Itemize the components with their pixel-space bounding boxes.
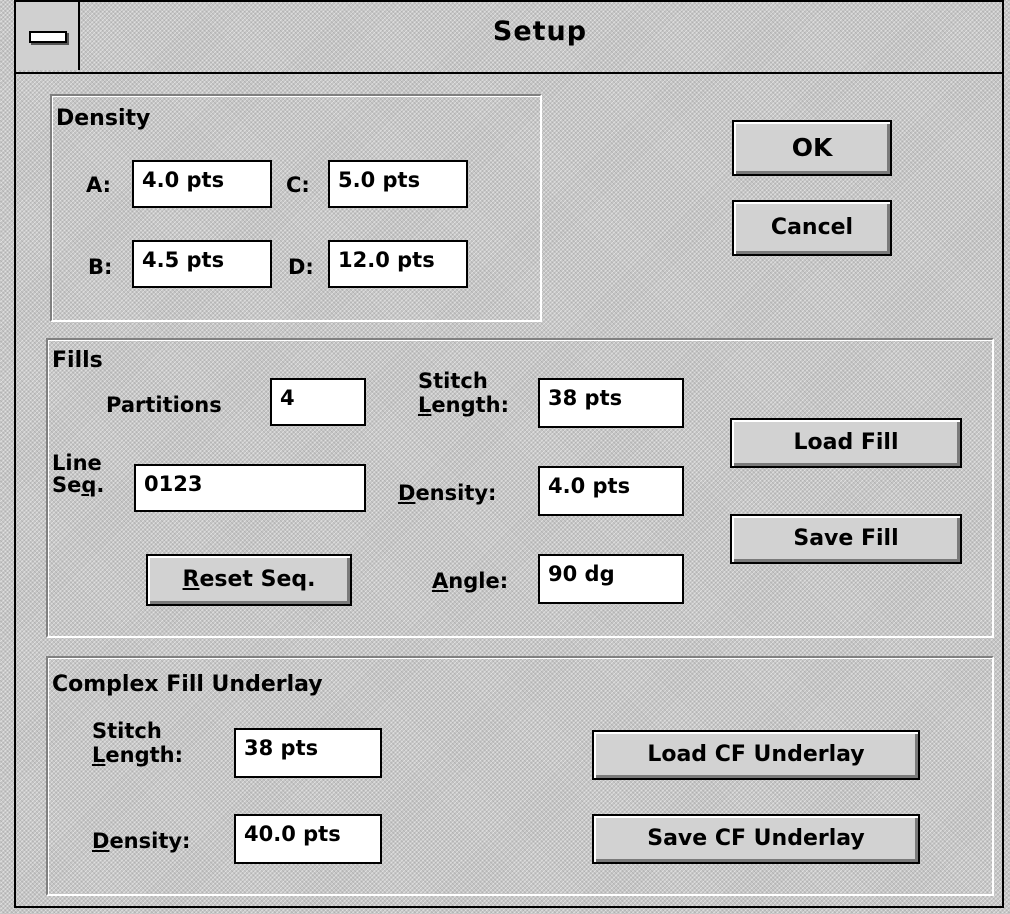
cancel-button[interactable]: Cancel [732,200,892,256]
density-a-field[interactable]: 4.0 pts [132,160,272,208]
underlay-stitch-label-1: Stitch [92,719,162,743]
ok-button[interactable]: OK [732,120,892,176]
system-menu-button[interactable] [16,2,80,70]
reset-seq-button-label: Reset Seq. [182,567,316,592]
cancel-button-label: Cancel [770,215,854,240]
load-cf-underlay-button-label: Load CF Underlay [647,742,865,767]
underlay-stitch-length-field[interactable]: 38 pts [234,728,382,778]
line-seq-label-line: Line [52,451,102,475]
underlay-density-field[interactable]: 40.0 pts [234,814,382,864]
load-cf-underlay-button[interactable]: Load CF Underlay [592,730,920,780]
density-b-label: B: [88,255,113,279]
fills-stitch-label-1: Stitch [418,369,488,393]
reset-seq-button[interactable]: Reset Seq. [146,554,352,606]
density-d-field[interactable]: 12.0 pts [328,240,468,288]
underlay-stitch-label-2: Length: [92,743,184,767]
density-group-label: Density [56,106,151,131]
fills-density-field[interactable]: 4.0 pts [538,466,684,516]
setup-dialog: Setup Density A: 4.0 pts C: 5.0 pts B: 4… [14,0,1004,908]
load-fill-button-label: Load Fill [793,430,899,455]
fills-group: Fills Partitions 4 Line Seq. 0123 Reset … [46,338,994,638]
fills-stitch-label-2: Length: [418,393,510,417]
complex-fill-underlay-group-label: Complex Fill Underlay [52,672,323,697]
angle-label: Angle: [432,569,509,593]
save-cf-underlay-button-label: Save CF Underlay [647,826,865,851]
density-a-label: A: [86,173,112,197]
save-fill-button[interactable]: Save Fill [730,514,962,564]
complex-fill-underlay-group: Complex Fill Underlay Stitch Length: 38 … [46,656,994,896]
save-cf-underlay-button[interactable]: Save CF Underlay [592,814,920,864]
title-bar[interactable]: Setup [16,2,1002,74]
window-title: Setup [492,16,588,47]
load-fill-button[interactable]: Load Fill [730,418,962,468]
save-fill-button-label: Save Fill [793,526,899,551]
partitions-label: Partitions [106,393,222,417]
line-seq-field[interactable]: 0123 [134,464,366,512]
partitions-field[interactable]: 4 [270,378,366,426]
density-c-field[interactable]: 5.0 pts [328,160,468,208]
underlay-density-label: Density: [92,829,191,853]
ok-button-label: OK [791,133,833,162]
line-seq-label-seq: Seq. [52,473,105,497]
density-d-label: D: [288,255,314,279]
angle-field[interactable]: 90 dg [538,554,684,604]
density-c-label: C: [286,173,310,197]
density-group: Density A: 4.0 pts C: 5.0 pts B: 4.5 pts… [50,94,542,322]
fills-density-label: Density: [398,481,497,505]
system-menu-icon [29,31,67,43]
fills-stitch-length-field[interactable]: 38 pts [538,378,684,428]
density-b-field[interactable]: 4.5 pts [132,240,272,288]
fills-group-label: Fills [52,348,103,373]
